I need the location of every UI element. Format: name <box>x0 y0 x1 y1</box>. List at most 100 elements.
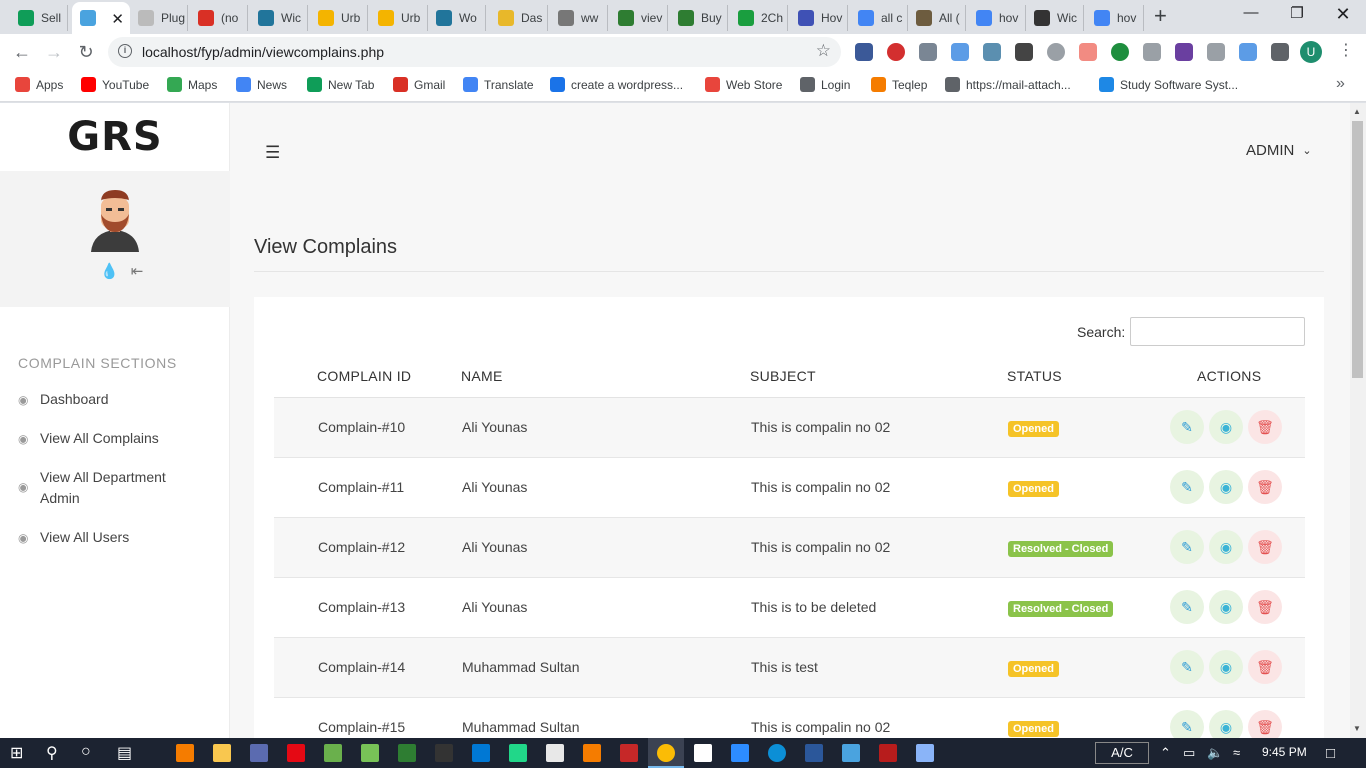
tab[interactable]: Buy <box>670 5 728 31</box>
extension-icon[interactable] <box>1111 43 1129 61</box>
tab[interactable]: hov <box>1086 5 1144 31</box>
filezilla-icon[interactable] <box>620 744 638 762</box>
bookmark-label[interactable]: News <box>257 78 287 92</box>
address-url[interactable]: localhost/fyp/admin/viewcomplains.php <box>142 44 384 60</box>
maximize-button[interactable]: ❐ <box>1274 4 1320 22</box>
tab[interactable]: 2Ch <box>730 5 788 31</box>
delete-button[interactable]: 🗑 <box>1248 410 1282 444</box>
delete-button[interactable]: 🗑 <box>1248 470 1282 504</box>
search-input[interactable] <box>1130 317 1305 346</box>
logout-icon[interactable]: ⇤ <box>131 262 144 280</box>
reload-icon[interactable]: ↻ <box>74 40 98 64</box>
close-window-button[interactable]: ✕ <box>1320 4 1366 25</box>
notes-icon[interactable] <box>916 744 934 762</box>
view-button[interactable]: ◉ <box>1209 530 1243 564</box>
tab-title[interactable]: Buy <box>701 11 722 25</box>
sidebar-item-view-all-complains[interactable]: ◉ View All Complains <box>18 428 159 450</box>
tab[interactable]: Urb <box>310 5 368 31</box>
tab-title[interactable]: Plug <box>161 11 185 25</box>
view-button[interactable]: ◉ <box>1209 470 1243 504</box>
tab-title[interactable]: hov <box>1117 11 1136 25</box>
bookmark-item[interactable]: YouTube <box>81 77 149 92</box>
extension-icon[interactable] <box>919 43 937 61</box>
sidebar-item-dashboard[interactable]: ◉ Dashboard <box>18 389 109 411</box>
column-header-complain-id[interactable]: COMPLAIN ID <box>317 368 411 384</box>
bookmark-item[interactable]: Teqlep <box>871 77 927 92</box>
theme-drop-icon[interactable]: 💧 <box>100 262 119 280</box>
vscode-icon[interactable] <box>472 744 490 762</box>
tab-title[interactable]: Urb <box>341 11 360 25</box>
facebook-extension-icon[interactable] <box>855 43 873 61</box>
tab-active[interactable]: ✕ <box>72 2 130 34</box>
scroll-up-icon[interactable]: ▲ <box>1353 107 1361 116</box>
bookmark-label[interactable]: Teqlep <box>892 78 927 92</box>
page-scrollbar[interactable]: ▲ ▼ <box>1350 103 1366 738</box>
adblock-extension-icon[interactable] <box>887 43 905 61</box>
word-icon[interactable] <box>805 744 823 762</box>
bookmark-item[interactable]: Maps <box>167 77 217 92</box>
clock[interactable]: 9:45 PM <box>1262 745 1307 759</box>
bookmark-item[interactable]: Login <box>800 77 850 92</box>
new-tab-button[interactable]: + <box>1154 5 1167 27</box>
profile-avatar[interactable]: U <box>1300 41 1322 63</box>
bookmark-item[interactable]: create a wordpress... <box>550 77 683 92</box>
sidebar-item-label[interactable]: View All Users <box>40 527 129 548</box>
bookmark-item[interactable]: Apps <box>15 77 63 92</box>
sidebar-item-label[interactable]: View All Complains <box>40 428 159 449</box>
delete-button[interactable]: 🗑 <box>1248 590 1282 624</box>
windows-start-icon[interactable]: ⊞ <box>10 743 23 763</box>
cortana-icon[interactable]: ○ <box>81 743 91 761</box>
app-icon[interactable] <box>250 744 268 762</box>
tab-title[interactable]: all c <box>881 11 902 25</box>
tab[interactable]: Plug <box>130 5 188 31</box>
delete-button[interactable]: 🗑 <box>1248 650 1282 684</box>
bookmark-label[interactable]: Translate <box>484 78 534 92</box>
edit-button[interactable]: ✎ <box>1170 470 1204 504</box>
sublime-icon[interactable] <box>583 744 601 762</box>
notepad-icon[interactable] <box>694 744 712 762</box>
extension-icon[interactable] <box>1079 43 1097 61</box>
delete-button[interactable]: 🗑 <box>1248 710 1282 738</box>
tab[interactable]: Wic <box>250 5 308 31</box>
tab-title[interactable]: Wic <box>1057 11 1077 25</box>
forward-icon[interactable]: → <box>42 40 66 64</box>
column-header-status[interactable]: STATUS <box>1007 368 1062 384</box>
tab-title[interactable]: 2Ch <box>761 11 783 25</box>
tab[interactable]: Wo <box>428 5 486 31</box>
pycharm-icon[interactable] <box>509 744 527 762</box>
tab[interactable]: all c <box>850 5 908 31</box>
app-icon[interactable] <box>546 744 564 762</box>
close-tab-icon[interactable]: ✕ <box>111 10 124 28</box>
shield-extension-icon[interactable] <box>1047 43 1065 61</box>
tab-title[interactable]: (no <box>221 11 238 25</box>
view-button[interactable]: ◉ <box>1209 410 1243 444</box>
tab-title[interactable]: Urb <box>401 11 420 25</box>
tab[interactable]: ww <box>550 5 608 31</box>
sidebar-item-view-all-users[interactable]: ◉ View All Users <box>18 527 129 549</box>
scrollbar-thumb[interactable] <box>1352 121 1363 378</box>
bookmark-star-icon[interactable]: ☆ <box>816 41 831 61</box>
chrome-menu-icon[interactable]: ⋮ <box>1338 41 1354 61</box>
tab-title[interactable]: Wic <box>281 11 301 25</box>
tab[interactable]: Urb <box>370 5 428 31</box>
minimize-button[interactable]: — <box>1228 4 1274 21</box>
extension-icon[interactable] <box>1015 43 1033 61</box>
tab[interactable]: Wic <box>1026 5 1084 31</box>
search-icon[interactable]: ⚲ <box>46 743 58 763</box>
bookmarks-overflow-icon[interactable]: » <box>1336 75 1345 93</box>
bookmark-label[interactable]: Web Store <box>726 78 782 92</box>
site-info-icon[interactable]: i <box>118 44 132 58</box>
bookmark-label[interactable]: Apps <box>36 78 63 92</box>
teamviewer-icon[interactable] <box>731 744 749 762</box>
edit-button[interactable]: ✎ <box>1170 410 1204 444</box>
view-button[interactable]: ◉ <box>1209 710 1243 738</box>
tab[interactable]: Hov <box>790 5 848 31</box>
scroll-down-icon[interactable]: ▼ <box>1353 724 1361 733</box>
bookmark-item[interactable]: Translate <box>463 77 534 92</box>
tab-title[interactable]: Wo <box>459 11 477 25</box>
chrome-icon[interactable] <box>657 744 675 762</box>
column-header-name[interactable]: NAME <box>461 368 503 384</box>
chevron-down-icon[interactable]: ⌄ <box>1302 144 1311 157</box>
extension-icon[interactable] <box>1175 43 1193 61</box>
tab[interactable]: All ( <box>908 5 966 31</box>
